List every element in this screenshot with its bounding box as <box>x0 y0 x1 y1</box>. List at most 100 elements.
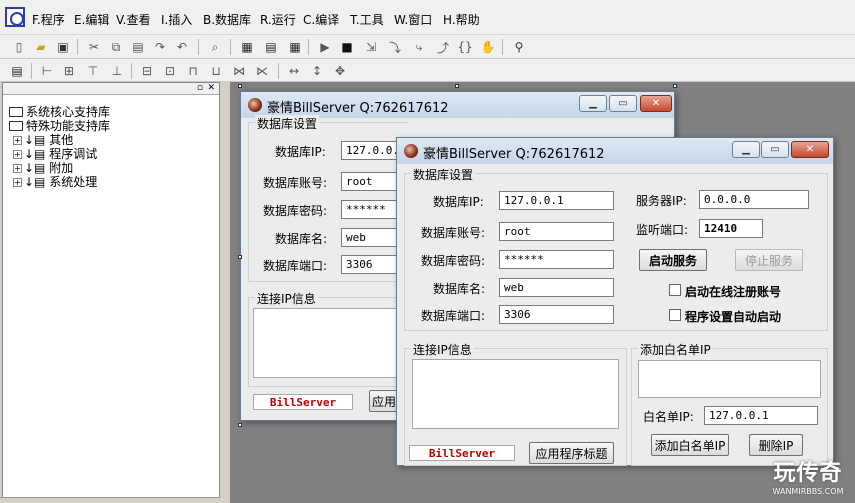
menu-view[interactable]: V.查看 <box>116 11 150 28</box>
menu-program[interactable]: F.程序 <box>32 11 65 28</box>
db-password-input[interactable]: ****** <box>499 250 614 269</box>
braces-icon[interactable]: {} <box>456 38 474 56</box>
db-name-input[interactable]: web <box>499 278 614 297</box>
online-register-checkbox[interactable] <box>669 284 681 296</box>
align-left-icon[interactable]: ⊢ <box>38 62 56 80</box>
menu-help[interactable]: H.帮助 <box>443 11 480 28</box>
panel-restore-icon[interactable]: ▫ <box>197 83 203 93</box>
menu-edit[interactable]: E.编辑 <box>74 11 109 28</box>
tree-item[interactable]: + ↓▤ 附加 <box>13 161 73 175</box>
redo-icon[interactable]: ↷ <box>151 38 169 56</box>
same-width-icon[interactable]: ⊟ <box>138 62 156 80</box>
tree-item[interactable]: + ↓▤ 系统处理 <box>13 175 97 189</box>
menu-compile[interactable]: C.编译 <box>303 11 339 28</box>
db-port-label: 数据库端口: <box>263 259 328 273</box>
expand-icon[interactable]: + <box>13 136 22 145</box>
center-v-icon[interactable]: ↕ <box>308 62 326 80</box>
white-ip-input[interactable]: 127.0.0.1 <box>704 406 818 425</box>
folder-icon: ↓▤ <box>24 147 50 161</box>
find-icon[interactable]: ⌕ <box>206 38 224 56</box>
db-ip-input[interactable]: 127.0.0.1 <box>499 191 614 210</box>
group-label: 连接IP信息 <box>255 290 318 307</box>
delete-ip-button[interactable]: 删除IP <box>749 434 803 456</box>
start-service-button[interactable]: 启动服务 <box>639 249 707 271</box>
menu-database[interactable]: B.数据库 <box>203 11 251 28</box>
center-both-icon[interactable]: ✥ <box>331 62 349 80</box>
window-icon[interactable]: ▤ <box>262 38 280 56</box>
stop-icon[interactable]: ■ <box>338 38 356 56</box>
align-center-icon[interactable]: ⊞ <box>60 62 78 80</box>
db-account-input[interactable]: root <box>499 222 614 241</box>
conn-ip-list[interactable] <box>412 359 619 429</box>
space-h-icon[interactable]: ⊓ <box>184 62 202 80</box>
menu-tools[interactable]: T.工具 <box>350 11 384 28</box>
grid-icon[interactable]: ▦ <box>286 38 304 56</box>
space-v-icon[interactable]: ⊔ <box>207 62 225 80</box>
layout-icon[interactable]: ▦ <box>238 38 256 56</box>
expand-icon[interactable]: + <box>13 164 22 173</box>
window-icon <box>404 144 418 158</box>
step-out-icon[interactable]: ⤴ <box>434 38 452 56</box>
same-height-icon[interactable]: ⊡ <box>161 62 179 80</box>
expand-icon[interactable]: + <box>13 150 22 159</box>
library-book-icon <box>9 107 23 117</box>
conn-ip-list[interactable] <box>253 308 403 378</box>
close-button[interactable]: ✕ <box>640 95 672 112</box>
add-whitelist-button[interactable]: 添加白名单IP <box>651 434 729 456</box>
minimize-button[interactable]: ▁ <box>579 95 607 112</box>
white-ip-label: 白名单IP: <box>643 410 694 424</box>
watermark-url: WANMIRBBS.COM <box>772 487 844 496</box>
tree-item[interactable]: 系统核心支持库 <box>9 105 110 119</box>
debug-icon[interactable]: ⇲ <box>362 38 380 56</box>
stop-service-button[interactable]: 停止服务 <box>735 249 803 271</box>
tree-item[interactable]: + ↓▤ 程序调试 <box>13 147 97 161</box>
align-bottom-icon[interactable]: ⊥ <box>108 62 126 80</box>
distribute-v-icon[interactable]: ⋉ <box>253 62 271 80</box>
form-icon[interactable]: ▤ <box>8 62 26 80</box>
hand-icon[interactable]: ✋ <box>479 38 497 56</box>
distribute-h-icon[interactable]: ⋈ <box>230 62 248 80</box>
close-button[interactable]: ✕ <box>791 141 829 158</box>
autostart-checkbox[interactable] <box>669 309 681 321</box>
listen-port-input[interactable]: 12410 <box>699 219 763 238</box>
expand-icon[interactable]: + <box>13 178 22 187</box>
panel-close-icon[interactable]: ✕ <box>207 83 215 93</box>
menu-run[interactable]: R.运行 <box>260 11 296 28</box>
menu-window[interactable]: W.窗口 <box>394 11 432 28</box>
tree-item[interactable]: + ↓▤ 其他 <box>13 133 73 147</box>
group-label: 数据库设置 <box>255 115 320 132</box>
minimize-button[interactable]: ▁ <box>732 141 760 158</box>
resize-handle[interactable] <box>238 84 242 88</box>
new-file-icon[interactable]: ▯ <box>10 38 28 56</box>
maximize-button[interactable]: ▭ <box>609 95 637 112</box>
center-h-icon[interactable]: ↔ <box>285 62 303 80</box>
menu-insert[interactable]: I.插入 <box>161 11 192 28</box>
paste-icon[interactable]: ▤ <box>129 38 147 56</box>
db-password-label: 数据库密码: <box>263 204 328 218</box>
undo-icon[interactable]: ↶ <box>173 38 191 56</box>
front-form-window[interactable]: 豪情BillServer Q:762617612 ▁ ▭ ✕ 数据库设置 数据库… <box>396 137 834 466</box>
whitelist-list[interactable] <box>638 360 821 398</box>
align-top-icon[interactable]: ⊤ <box>84 62 102 80</box>
copy-icon[interactable]: ⧉ <box>107 38 125 56</box>
resize-handle[interactable] <box>455 84 459 88</box>
maximize-button[interactable]: ▭ <box>761 141 789 158</box>
cut-icon[interactable]: ✂ <box>85 38 103 56</box>
db-name-label: 数据库名: <box>433 282 486 296</box>
binoculars-icon[interactable]: ⚲ <box>510 38 528 56</box>
app-title-button[interactable]: 应用程序标题 <box>529 442 614 464</box>
db-port-input[interactable]: 3306 <box>499 305 614 324</box>
toolbar-separator <box>502 39 503 55</box>
step-into-icon[interactable]: ⤵ <box>386 38 404 56</box>
front-window-titlebar[interactable]: 豪情BillServer Q:762617612 ▁ ▭ ✕ <box>397 138 833 164</box>
resize-handle[interactable] <box>673 84 677 88</box>
server-ip-input[interactable]: 0.0.0.0 <box>699 190 809 209</box>
save-icon[interactable]: ▣ <box>54 38 72 56</box>
step-over-icon[interactable]: ⤷ <box>410 38 428 56</box>
app-title-button[interactable]: 应用 <box>369 390 399 412</box>
open-folder-icon[interactable]: ▰ <box>32 38 50 56</box>
tree-item[interactable]: 特殊功能支持库 <box>9 119 110 133</box>
run-icon[interactable]: ▶ <box>316 38 334 56</box>
resize-handle[interactable] <box>238 255 242 259</box>
resize-handle[interactable] <box>238 423 242 427</box>
